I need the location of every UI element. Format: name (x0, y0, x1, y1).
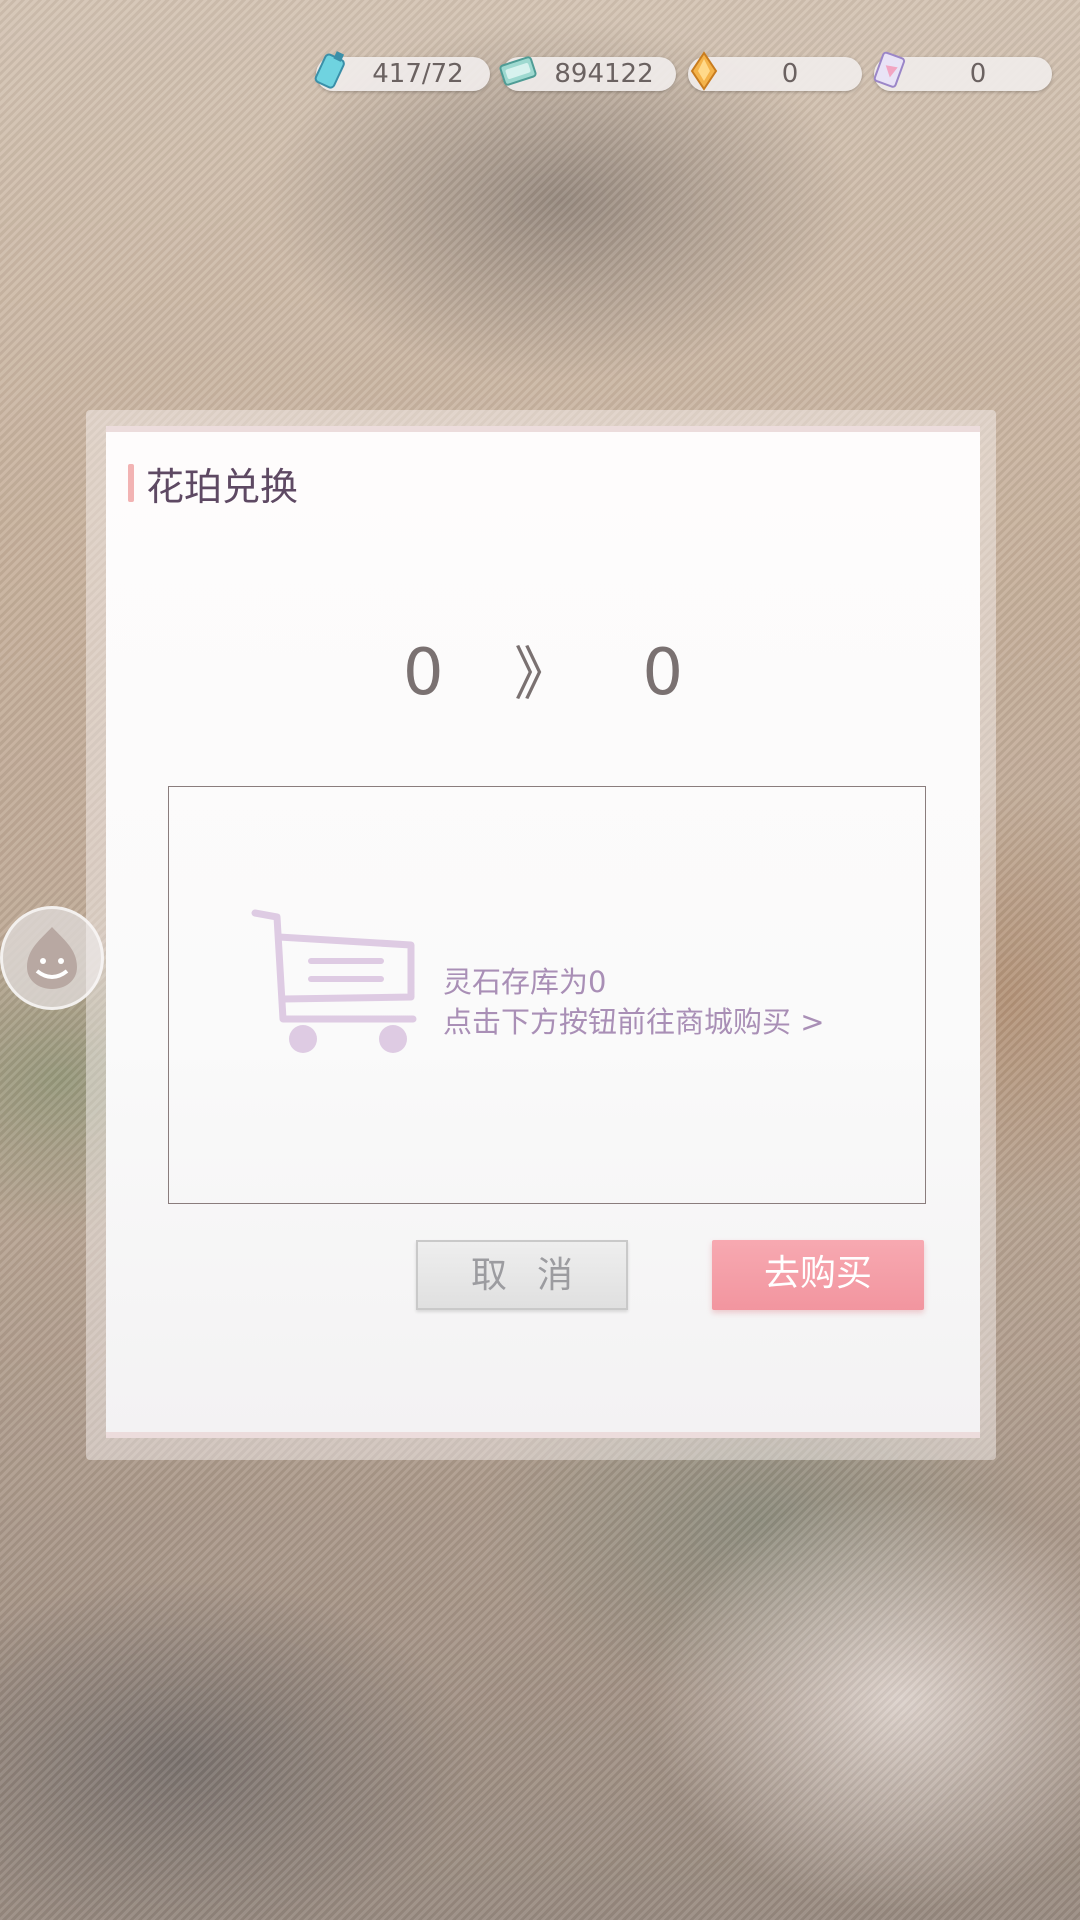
resource-money-value: 894122 (554, 59, 654, 89)
stamina-potion-icon (314, 51, 345, 89)
resource-stamina-value: 417/72 (372, 59, 464, 89)
go-buy-button[interactable]: 去购买 (712, 1240, 924, 1310)
exchange-arrow: 》 (513, 640, 572, 708)
shopping-cart-icon (251, 909, 417, 1053)
exchange-from-value: 0 (402, 636, 444, 710)
resource-spirit-card-value: 0 (969, 59, 987, 89)
resource-spirit-card[interactable]: 0 (873, 51, 1052, 91)
spirit-card-icon (873, 51, 906, 88)
resource-money[interactable]: 894122 (499, 56, 676, 91)
amber-crystal-icon (690, 51, 718, 91)
exchange-amount: 0 》 0 (106, 627, 980, 711)
cancel-button[interactable]: 取消 (416, 1240, 628, 1310)
empty-stock-message: 灵石存库为0 (443, 965, 607, 999)
go-to-shop-link[interactable]: 点击下方按钮前往商城购买 > (443, 999, 825, 1041)
exchange-to-value: 0 (642, 636, 684, 710)
dialog-title: 花珀兑换 (146, 465, 299, 509)
resource-amber-value: 0 (781, 59, 799, 89)
amber-exchange-dialog: 花珀兑换 0 》 0 灵石存库为0 点击下方按钮前往商城购买 > 取消 去购买 (106, 426, 980, 1438)
money-bill-icon (499, 56, 537, 86)
resource-stamina[interactable]: 417/72 (314, 51, 490, 91)
title-accent-bar (128, 464, 134, 502)
empty-stock-panel: 灵石存库为0 点击下方按钮前往商城购买 > (168, 786, 926, 1204)
resource-amber[interactable]: 0 (688, 51, 862, 91)
